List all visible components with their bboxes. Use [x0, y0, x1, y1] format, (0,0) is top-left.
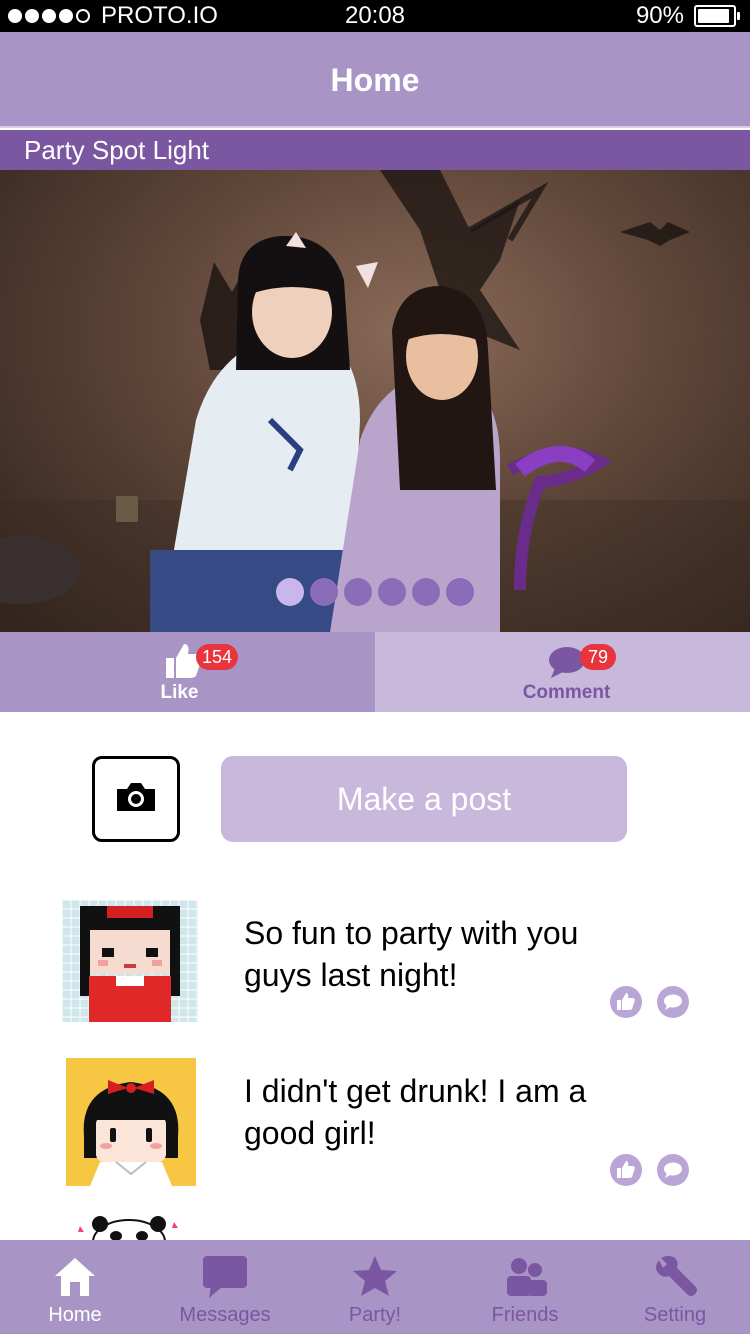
tab-label: Friends	[491, 1304, 559, 1326]
message-icon	[203, 1256, 247, 1298]
carousel-dot[interactable]	[276, 578, 304, 606]
like-count-badge: 154	[196, 644, 239, 670]
post-like-button[interactable]	[610, 1154, 642, 1186]
tab-home[interactable]: Home	[0, 1240, 150, 1334]
camera-icon	[117, 783, 155, 811]
party-photo-illustration	[0, 170, 750, 632]
carousel-dot[interactable]	[344, 578, 372, 606]
post-text: I didn't get drunk! I am a good girl!	[244, 1073, 587, 1151]
tab-label: Home	[48, 1304, 102, 1326]
friends-icon	[507, 1258, 547, 1296]
carousel-dot[interactable]	[310, 578, 338, 606]
tab-messages[interactable]: Messages	[150, 1240, 300, 1334]
carousel-dot[interactable]	[378, 578, 406, 606]
post-comment-button[interactable]	[657, 1154, 689, 1186]
feed-item[interactable]: So fun to party with you guys last night…	[0, 900, 750, 1060]
post-comment-button[interactable]	[657, 986, 689, 1018]
comment-count-badge: 79	[580, 644, 616, 670]
thumbs-up-icon	[617, 1161, 635, 1178]
post-like-button[interactable]	[610, 986, 642, 1018]
comment-button[interactable]: 79 Comment	[375, 632, 750, 712]
nav-header: Home	[0, 32, 750, 128]
tab-label: Messages	[179, 1304, 271, 1326]
tab-friends[interactable]: Friends	[450, 1240, 600, 1334]
panda-avatar[interactable]	[74, 1212, 184, 1242]
tab-label: Setting	[643, 1304, 707, 1326]
comment-label: Comment	[522, 682, 611, 703]
bottom-tab-bar: Home Messages Party! Friends Setting	[0, 1240, 750, 1334]
camera-button[interactable]	[92, 756, 180, 842]
home-icon	[55, 1258, 95, 1296]
post-text: So fun to party with you guys last night…	[244, 915, 579, 993]
spotlight-photo[interactable]	[0, 170, 750, 632]
make-post-button[interactable]: Make a post	[221, 756, 627, 842]
battery-info: 90%	[635, 2, 740, 30]
carousel-dot[interactable]	[412, 578, 440, 606]
status-bar: PROTO.IO 20:08 90%	[0, 0, 750, 32]
tab-setting[interactable]: Setting	[600, 1240, 750, 1334]
spotlight-title: Party Spot Light	[24, 135, 209, 165]
tab-party[interactable]: Party!	[300, 1240, 450, 1334]
battery-icon	[694, 5, 740, 27]
comment-bubble-icon	[664, 1162, 682, 1178]
wrench-icon	[656, 1256, 697, 1296]
pixel-girl-avatar[interactable]	[62, 900, 198, 1022]
comment-bubble-icon	[664, 994, 682, 1010]
like-label: Like	[160, 682, 199, 703]
tab-label: Party!	[348, 1304, 402, 1326]
cartoon-girl-avatar[interactable]	[66, 1058, 196, 1186]
page-title: Home	[330, 62, 420, 98]
thumbs-up-icon	[617, 993, 635, 1010]
like-button[interactable]: 154 Like	[0, 632, 375, 712]
star-icon	[353, 1256, 397, 1296]
spotlight-header: Party Spot Light	[0, 130, 750, 170]
feed-item[interactable]: I didn't get drunk! I am a good girl!	[0, 1058, 750, 1218]
battery-percent: 90%	[635, 2, 684, 29]
photo-actions: 154 Like 79 Comment	[0, 632, 750, 712]
carousel-pager[interactable]	[276, 578, 480, 606]
carousel-dot[interactable]	[446, 578, 474, 606]
